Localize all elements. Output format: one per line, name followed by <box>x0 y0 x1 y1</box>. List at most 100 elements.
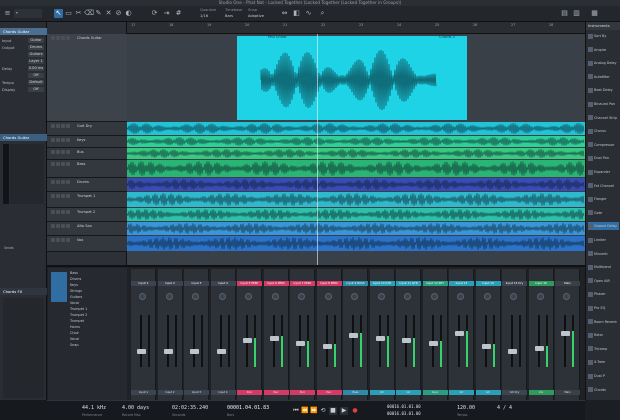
monitor-button[interactable] <box>66 162 70 166</box>
inspector-insert-list[interactable] <box>10 144 44 204</box>
track-name[interactable]: Bus <box>77 150 103 155</box>
song-selector[interactable]: ▾ <box>14 9 42 18</box>
fader-track[interactable] <box>140 315 142 367</box>
ripple-icon[interactable]: ⇔ <box>280 9 289 18</box>
track-header[interactable]: Bus <box>47 148 127 160</box>
quantize-value[interactable]: 1/16 <box>200 14 208 18</box>
channel-input-label[interactable]: Input 8 PERC <box>316 281 342 286</box>
inspector-fx-header[interactable]: Chords FX <box>0 288 47 295</box>
mute-button[interactable] <box>51 138 55 142</box>
track-buttons[interactable] <box>51 162 73 167</box>
timeline-ruler[interactable]: 17 18 19 20 21 22 23 24 25 26 27 28 <box>127 22 585 34</box>
channel-name[interactable]: Perc <box>263 390 289 395</box>
record-arm-button[interactable] <box>61 194 65 198</box>
play-icon[interactable]: ▶ <box>340 407 348 415</box>
track-name[interactable]: Chords Guitar <box>77 36 103 41</box>
channel-input-label[interactable]: Input 16 <box>528 281 554 286</box>
track-name[interactable]: Trumpet 2 <box>77 210 103 215</box>
track-header[interactable]: Bass <box>47 160 127 178</box>
track-name[interactable]: Vox <box>77 238 103 243</box>
mute-button[interactable] <box>51 36 55 40</box>
zoom-icon[interactable]: ⌕ <box>318 9 327 18</box>
track-buttons[interactable] <box>51 124 73 129</box>
loop-start[interactable]: 00016.01.01.00 <box>387 404 421 409</box>
rewind-icon[interactable]: ⏪ <box>301 407 309 415</box>
solo-button[interactable] <box>56 238 60 242</box>
range-tool-icon[interactable]: ▭ <box>64 9 73 18</box>
monitor-button[interactable] <box>66 210 70 214</box>
pan-knob[interactable] <box>563 293 570 300</box>
pan-knob[interactable] <box>245 293 252 300</box>
browser-item[interactable]: Tricomp <box>588 345 619 353</box>
track-header[interactable]: Vox <box>47 236 127 252</box>
track-name[interactable]: Bass <box>77 162 103 167</box>
pan-knob[interactable] <box>324 293 332 300</box>
track-buttons[interactable] <box>51 238 73 243</box>
channel-input-label[interactable]: Input 1 <box>131 281 156 286</box>
fader-cap[interactable] <box>243 338 252 344</box>
monitor-button[interactable] <box>66 224 70 228</box>
channel-name[interactable]: Input 3 <box>184 390 209 395</box>
edit-view-icon[interactable]: ▤ <box>560 9 569 18</box>
channel-input-label[interactable]: Input 11 GTR <box>396 281 421 286</box>
fader-track[interactable] <box>564 315 566 367</box>
channel-name[interactable]: Input 2 <box>157 390 183 395</box>
monitor-button[interactable] <box>66 194 70 198</box>
track-name[interactable]: Drums <box>77 180 103 185</box>
record-arm-button[interactable] <box>61 124 65 128</box>
track-header[interactable]: Chords Guitar <box>47 34 127 122</box>
arrange-view[interactable]: Pho Chord Chords 2 <box>127 34 585 265</box>
channel-name[interactable]: Input 1 <box>131 390 156 395</box>
channel-input-label[interactable]: Input 14 <box>475 281 501 286</box>
fader-cap[interactable] <box>508 348 517 354</box>
inspector-track-header[interactable]: Chords Guitar <box>0 28 47 35</box>
browser-item[interactable]: Beat Delay <box>588 86 619 94</box>
channel-input-label[interactable]: Input 5 PERC <box>237 281 262 286</box>
inspector-channel-header[interactable]: Chords Guitar <box>0 134 47 141</box>
bank-item[interactable]: Strings <box>70 289 124 294</box>
monitor-button[interactable] <box>66 36 70 40</box>
pan-knob[interactable] <box>536 293 544 300</box>
fader-track[interactable] <box>352 315 354 367</box>
channel-input-label[interactable]: Input 4 <box>210 281 236 286</box>
bank-item[interactable]: Choir <box>70 331 124 336</box>
record-arm-button[interactable] <box>61 138 65 142</box>
fast-forward-icon[interactable]: ⏩ <box>310 407 318 415</box>
loop-end[interactable]: 00016.03.01.00 <box>387 411 421 416</box>
fader-cap[interactable] <box>481 343 491 349</box>
mix-view-icon[interactable]: ▥ <box>572 9 581 18</box>
browser-item[interactable]: Compressor <box>588 141 619 149</box>
inspector-row-value[interactable]: Layer 1 <box>28 59 44 64</box>
channel-name[interactable]: Gtr <box>475 390 501 395</box>
track-name[interactable]: Keys <box>77 138 103 143</box>
stop-icon[interactable]: ■ <box>329 407 337 415</box>
arrow-tool-icon[interactable]: ↖ <box>54 9 63 18</box>
fader-cap[interactable] <box>216 348 226 354</box>
browser-item[interactable]: Room Reverb <box>588 318 619 326</box>
channel-input-label[interactable]: Input 13 <box>449 281 474 286</box>
browser-item[interactable]: Sort By <box>588 32 619 40</box>
automation-icon[interactable]: ∿ <box>304 9 313 18</box>
channel-input-label[interactable]: Input 7 PERC <box>290 281 315 286</box>
inspector-row-value[interactable]: Guitar <box>28 38 44 43</box>
bend-tool-icon[interactable]: ⊘ <box>114 9 123 18</box>
channel-name[interactable]: Vox <box>528 390 554 395</box>
track-header[interactable]: Drums <box>47 178 127 192</box>
fader-cap[interactable] <box>455 330 464 336</box>
inspector-row-value[interactable]: 0.00 ms <box>28 66 44 71</box>
bank-item[interactable]: Guitars <box>70 295 124 300</box>
bank-item[interactable]: Vocal <box>70 337 124 342</box>
fader-cap[interactable] <box>375 335 385 341</box>
bars-display[interactable]: 00001.04.01.83 <box>227 405 269 411</box>
browser-item[interactable]: Multiband <box>588 263 619 271</box>
channel-input-label[interactable]: Input 3 <box>184 281 209 286</box>
browser-item[interactable]: Phaser <box>588 290 619 298</box>
inspector-row-value[interactable]: Drums <box>28 45 44 50</box>
fader-cap[interactable] <box>428 341 438 346</box>
browser-item[interactable]: Analog Delay <box>588 59 619 67</box>
browser-item[interactable]: Dual Pan <box>588 154 619 162</box>
track-buttons[interactable] <box>51 138 73 143</box>
solo-button[interactable] <box>56 150 60 154</box>
pan-knob[interactable] <box>298 293 305 300</box>
track-buttons[interactable] <box>51 210 73 215</box>
